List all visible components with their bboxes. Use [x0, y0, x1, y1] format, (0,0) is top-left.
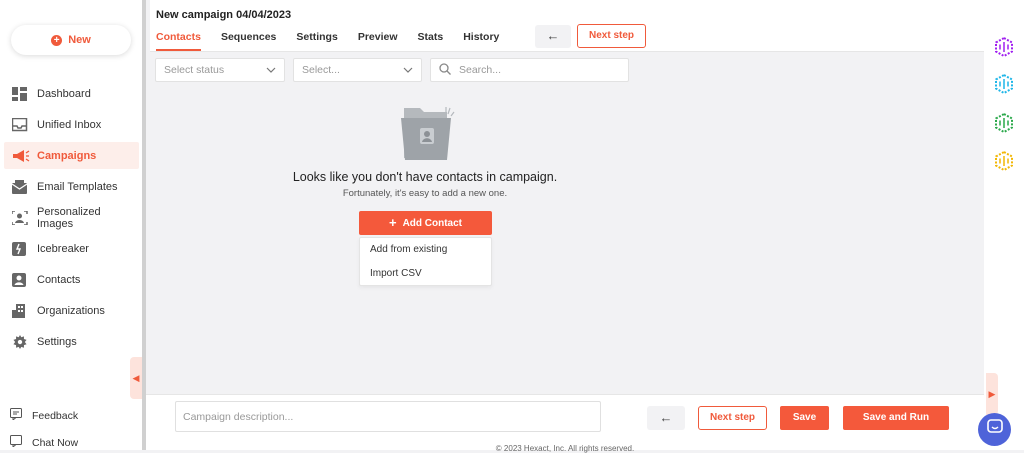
plus-circle-icon: + — [51, 34, 63, 46]
purple-app-icon[interactable] — [994, 36, 1014, 58]
status-select[interactable]: Select status — [155, 58, 285, 82]
add-contact-menu: Add from existing Import CSV — [359, 237, 492, 286]
yellow-app-icon[interactable] — [994, 150, 1014, 172]
tab-preview[interactable]: Preview — [358, 31, 398, 51]
generic-select-placeholder: Select... — [302, 64, 340, 76]
icebreaker-icon — [12, 241, 28, 256]
plus-icon: + — [388, 215, 397, 230]
feedback-icon — [10, 408, 22, 423]
sidebar-item-label: Organizations — [37, 304, 105, 317]
chat-now-link[interactable]: Chat Now — [10, 435, 130, 450]
cyan-app-icon[interactable] — [994, 73, 1014, 95]
campaign-description-input[interactable]: Campaign description... — [175, 401, 601, 432]
dashboard-icon — [12, 86, 28, 101]
sidebar-collapse-toggle[interactable]: ◀ — [130, 357, 142, 399]
new-button[interactable]: + New — [11, 25, 131, 55]
personalized-image-icon — [11, 209, 28, 226]
empty-state-subtitle: Fortunately, it's easy to add a new one. — [342, 188, 508, 199]
sidebar-item-organizations[interactable]: Organizations — [4, 297, 139, 324]
chat-bubble-icon — [986, 419, 1003, 440]
tab-stats[interactable]: Stats — [418, 31, 444, 51]
sidebar-item-personalized-images[interactable]: Personalized Images — [4, 204, 139, 231]
feedback-label: Feedback — [32, 409, 79, 422]
empty-folder-illustration — [240, 100, 610, 164]
add-contact-button[interactable]: + Add Contact — [359, 211, 492, 235]
menu-item-add-from-existing[interactable]: Add from existing — [360, 238, 491, 262]
tab-history[interactable]: History — [463, 31, 499, 51]
page-title: New campaign 04/04/2023 — [156, 9, 292, 21]
save-button[interactable]: Save — [780, 406, 829, 430]
right-panel-toggle[interactable]: ▶ — [986, 373, 998, 415]
next-step-button[interactable]: Next step — [577, 24, 646, 48]
chevron-left-icon: ◀ — [132, 372, 140, 383]
contacts-icon — [12, 272, 28, 287]
empty-state: Looks like you don't have contacts in ca… — [240, 100, 610, 199]
sidebar-item-label: Campaigns — [37, 149, 97, 162]
sidebar-item-settings[interactable]: Settings — [4, 328, 139, 355]
bottom-next-step-button[interactable]: Next step — [698, 406, 767, 430]
sidebar-item-label: Personalized Images — [37, 205, 101, 230]
sidebar-item-contacts[interactable]: Contacts — [4, 266, 139, 293]
sidebar: + New Dashboard Unified Inbox Campaigns — [0, 0, 146, 450]
campaign-header: New campaign 04/04/2023 Contacts Sequenc… — [150, 0, 984, 52]
contact-filters: Select status Select... Search... — [155, 58, 629, 82]
campaign-tabs: Contacts Sequences Settings Preview Stat… — [156, 31, 499, 51]
save-and-run-button[interactable]: Save and Run — [843, 406, 949, 430]
new-button-label: New — [68, 34, 91, 46]
sidebar-item-email-templates[interactable]: Email Templates — [4, 173, 139, 200]
chevron-right-icon: ▶ — [988, 388, 996, 399]
sidebar-nav: Dashboard Unified Inbox Campaigns Email … — [4, 80, 139, 359]
app-switcher-bar: ▶ — [984, 0, 1024, 450]
sidebar-item-label: Icebreaker — [37, 242, 89, 255]
copyright-text: © 2023 Hexact, Inc. All rights reserved. — [495, 444, 635, 453]
sidebar-item-label: Dashboard — [37, 87, 91, 100]
sidebar-item-label: Settings — [37, 335, 77, 348]
megaphone-icon — [12, 149, 30, 163]
chevron-down-icon — [403, 64, 413, 76]
sidebar-item-icebreaker[interactable]: Icebreaker — [4, 235, 139, 262]
search-input[interactable]: Search... — [430, 58, 629, 82]
building-icon — [12, 303, 28, 318]
search-placeholder: Search... — [459, 64, 502, 76]
status-select-placeholder: Select status — [164, 64, 225, 76]
chat-icon — [10, 435, 22, 450]
chat-label: Chat Now — [32, 436, 79, 449]
tab-sequences[interactable]: Sequences — [221, 31, 276, 51]
tab-contacts[interactable]: Contacts — [156, 31, 201, 51]
back-button[interactable]: ← — [535, 25, 571, 48]
tab-settings[interactable]: Settings — [296, 31, 337, 51]
bottom-back-button[interactable]: ← — [647, 406, 685, 430]
inbox-icon — [11, 117, 28, 132]
chat-launcher-button[interactable] — [978, 413, 1011, 446]
sidebar-item-campaigns[interactable]: Campaigns — [4, 142, 139, 169]
search-icon — [439, 62, 451, 78]
add-contact-label: Add Contact — [402, 217, 463, 229]
empty-state-title: Looks like you don't have contacts in ca… — [292, 170, 558, 184]
chevron-down-icon — [266, 64, 276, 76]
green-app-icon[interactable] — [994, 112, 1014, 134]
sidebar-item-label: Contacts — [37, 273, 81, 286]
email-template-icon — [11, 179, 28, 194]
sidebar-item-label: Email Templates — [37, 180, 118, 193]
sidebar-item-unified-inbox[interactable]: Unified Inbox — [4, 111, 139, 138]
menu-item-import-csv[interactable]: Import CSV — [360, 262, 491, 286]
gear-icon — [12, 334, 28, 349]
sidebar-item-label: Unified Inbox — [37, 118, 102, 131]
campaign-footer-bar: Campaign description... ← Next step Save… — [146, 394, 984, 450]
generic-select[interactable]: Select... — [293, 58, 422, 82]
feedback-link[interactable]: Feedback — [10, 408, 130, 423]
sidebar-item-dashboard[interactable]: Dashboard — [4, 80, 139, 107]
